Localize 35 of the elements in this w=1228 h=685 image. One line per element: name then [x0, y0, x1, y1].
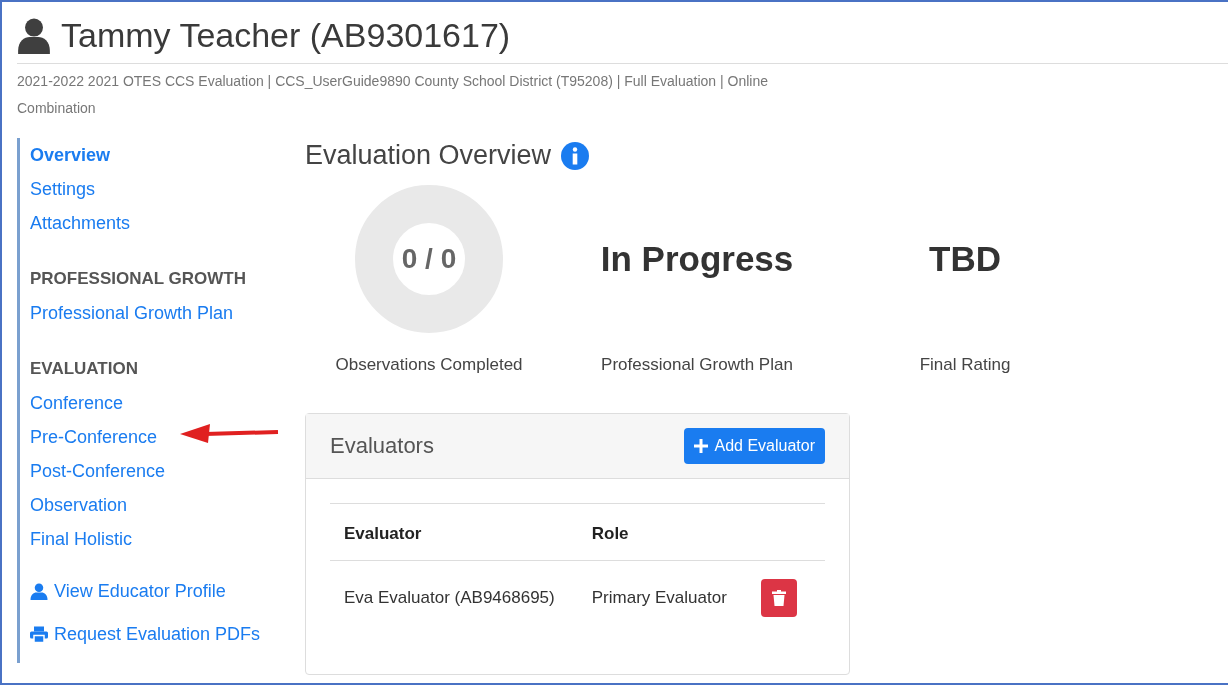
- trash-icon: [772, 590, 786, 606]
- table-cell: Primary Evaluator: [577, 560, 747, 635]
- page-title: Tammy Teacher (AB9301617): [61, 16, 511, 55]
- nav-link[interactable]: Professional Growth Plan: [30, 296, 234, 330]
- nav-link[interactable]: Attachments: [30, 206, 131, 240]
- user-icon: [17, 17, 51, 54]
- section-heading: EVALUATION: [30, 358, 139, 380]
- section-heading: PROFESSIONAL GROWTH: [30, 268, 247, 290]
- printer-icon: [30, 625, 48, 643]
- plus-icon: [694, 439, 709, 453]
- nav-link[interactable]: Observation: [30, 488, 128, 522]
- stat-label: Final Rating: [919, 355, 1011, 375]
- stat-label: Professional Growth Plan: [601, 355, 793, 375]
- delete-button[interactable]: [761, 579, 797, 617]
- action-link[interactable]: Request Evaluation PDFs: [30, 620, 261, 648]
- stat-value: In Progress: [600, 239, 794, 279]
- nav-link[interactable]: Conference: [30, 386, 124, 420]
- evaluation-details: 2021-2022 2021 OTES CCS Evaluation | CCS_UserGuide9890 County School District (T95208) | Full Evaluation | Online Combination: [17, 72, 769, 118]
- section-title: Evaluation Overview: [305, 140, 552, 171]
- column-header: Role: [577, 503, 747, 561]
- info-icon[interactable]: [561, 141, 590, 170]
- card-title: Evaluators: [330, 433, 434, 459]
- stat-value: TBD: [929, 239, 1001, 279]
- add-evaluator-button[interactable]: Add Evaluator: [684, 428, 825, 464]
- nav-link[interactable]: Overview: [30, 138, 111, 172]
- column-header: Evaluator: [330, 503, 578, 561]
- table-cell: Eva Evaluator (AB9468695): [330, 560, 578, 635]
- user-icon: [30, 583, 48, 601]
- stat-value: 0 / 0: [401, 243, 457, 275]
- nav-link[interactable]: Post-Conference: [30, 454, 166, 488]
- nav-link[interactable]: Final Holistic: [30, 522, 133, 556]
- nav-link[interactable]: Settings: [30, 172, 96, 206]
- stat-label: Observations Completed: [335, 355, 523, 375]
- action-link[interactable]: View Educator Profile: [30, 578, 226, 606]
- nav-link[interactable]: Pre-Conference: [30, 420, 158, 454]
